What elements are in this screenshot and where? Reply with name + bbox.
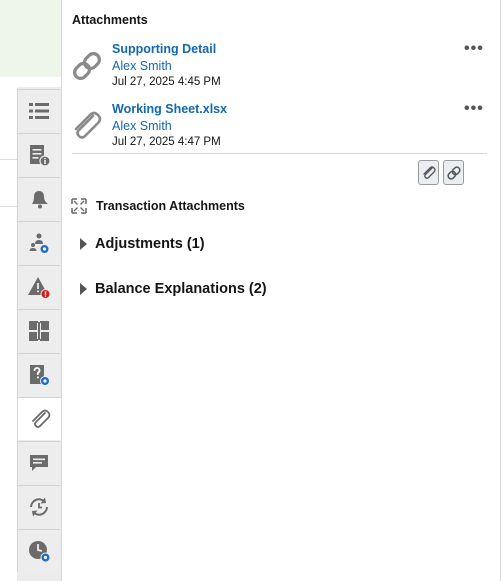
warning-icon xyxy=(28,277,51,299)
users-settings-icon xyxy=(29,233,50,254)
background-region xyxy=(0,0,61,77)
dashboard-icon xyxy=(29,321,49,341)
rail-alerts-button[interactable] xyxy=(17,177,60,220)
bell-icon xyxy=(32,191,48,209)
document-info-icon xyxy=(30,145,51,167)
expand-triangle-icon xyxy=(80,283,87,295)
section-title: Transaction Attachments xyxy=(96,199,245,213)
rail-history-button[interactable] xyxy=(17,485,60,528)
attachment-name-link[interactable]: Supporting Detail xyxy=(112,42,216,56)
link-icon xyxy=(73,52,101,80)
attachments-panel: Attachments Supporting Detail Alex Smith… xyxy=(61,0,501,581)
rail-schedule-button[interactable] xyxy=(17,529,60,572)
history-icon xyxy=(30,497,48,517)
rail-questions-button[interactable] xyxy=(17,353,60,396)
attachment-user-link[interactable]: Alex Smith xyxy=(112,59,172,73)
side-rail xyxy=(17,87,61,581)
attachment-date: Jul 27, 2025 4:45 PM xyxy=(112,76,221,88)
group-label: Adjustments (1) xyxy=(95,236,205,252)
paperclip-icon xyxy=(74,111,102,139)
paperclip-icon xyxy=(31,409,50,428)
background-divider xyxy=(0,159,17,160)
rail-warnings-button[interactable] xyxy=(17,265,60,308)
rail-workflow-button[interactable] xyxy=(17,221,60,264)
group-label: Balance Explanations (2) xyxy=(95,281,267,297)
attachment-user-link[interactable]: Alex Smith xyxy=(112,119,172,133)
question-document-icon xyxy=(30,365,50,386)
list-icon xyxy=(29,103,49,119)
adjustments-group-toggle[interactable]: Adjustments (1) xyxy=(80,236,205,252)
attachment-date: Jul 27, 2025 4:47 PM xyxy=(112,136,221,148)
add-link-attachment-button[interactable] xyxy=(443,160,464,185)
rail-attachments-button[interactable] xyxy=(17,397,61,440)
attachment-name-link[interactable]: Working Sheet.xlsx xyxy=(112,102,227,116)
attachment-item: Supporting Detail Alex Smith Jul 27, 202… xyxy=(62,40,502,98)
expand-icon[interactable] xyxy=(71,198,87,214)
link-icon xyxy=(446,165,461,180)
paperclip-icon xyxy=(422,165,436,179)
rail-list-button[interactable] xyxy=(17,89,60,132)
transaction-attachments-section: Transaction Attachments xyxy=(71,198,245,214)
rail-summary-button[interactable] xyxy=(17,309,60,352)
panel-title: Attachments xyxy=(72,13,148,27)
add-file-attachment-button[interactable] xyxy=(418,160,439,185)
panel-divider xyxy=(72,153,487,154)
rail-details-button[interactable] xyxy=(17,133,60,176)
background-divider xyxy=(0,206,17,207)
rail-comments-button[interactable] xyxy=(17,441,60,484)
more-actions-button[interactable]: ••• xyxy=(464,100,484,118)
clock-settings-icon xyxy=(29,541,51,563)
comment-icon xyxy=(30,455,48,471)
balance-explanations-group-toggle[interactable]: Balance Explanations (2) xyxy=(80,281,267,297)
more-actions-button[interactable]: ••• xyxy=(464,40,484,58)
expand-triangle-icon xyxy=(80,238,87,250)
attachment-item: Working Sheet.xlsx Alex Smith Jul 27, 20… xyxy=(62,100,502,158)
